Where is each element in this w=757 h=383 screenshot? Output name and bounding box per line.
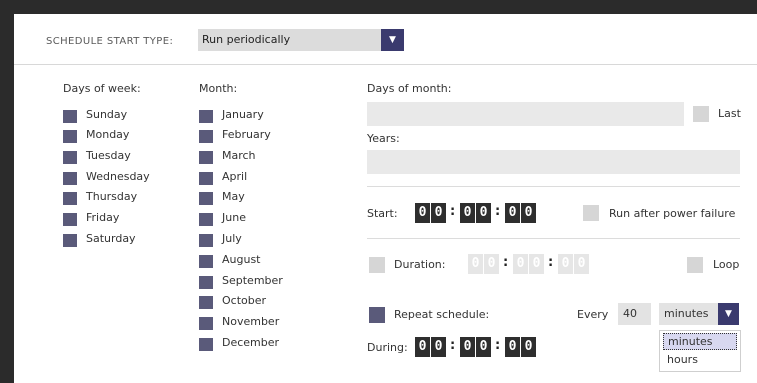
checkbox-box[interactable] [199, 317, 213, 330]
checkbox-box[interactable] [199, 130, 213, 143]
years-input[interactable] [367, 150, 740, 174]
day-label: Sunday [86, 108, 128, 121]
month-label: July [222, 232, 242, 245]
schedule-start-type-select[interactable]: Run periodically ▼ [198, 29, 404, 51]
checkbox-box[interactable] [199, 296, 213, 309]
checkbox-box[interactable] [199, 172, 213, 185]
checkbox-box[interactable] [63, 151, 77, 164]
checkbox-box[interactable] [199, 151, 213, 164]
repeat-unit-dropdown[interactable]: minutes hours [659, 330, 741, 372]
day-label: Saturday [86, 232, 136, 245]
month-label: January [222, 108, 264, 121]
last-day-checkbox[interactable] [693, 106, 709, 122]
during-second-digit-2[interactable]: 0 [521, 337, 536, 357]
duration-hour-digit-1[interactable]: 0 [468, 254, 483, 274]
time-separator: : [495, 338, 501, 353]
start-minute-digit-1[interactable]: 0 [460, 203, 475, 223]
checkbox-box[interactable] [63, 110, 77, 123]
years-heading: Years: [367, 132, 400, 145]
day-label: Wednesday [86, 170, 150, 183]
days-of-month-input[interactable] [367, 102, 684, 126]
unit-option-hours[interactable]: hours [667, 352, 698, 367]
repeat-unit-value: minutes [664, 307, 709, 320]
checkbox-box[interactable] [199, 192, 213, 205]
duration-checkbox[interactable] [369, 257, 385, 273]
during-label: During: [367, 341, 408, 354]
repeat-schedule-checkbox[interactable] [369, 307, 385, 323]
day-label: Monday [86, 128, 130, 141]
month-label: February [222, 128, 271, 141]
during-hour-digit-1[interactable]: 0 [415, 337, 430, 357]
checkbox-box[interactable] [199, 234, 213, 247]
day-label: Friday [86, 211, 120, 224]
duration-minute-digit-2[interactable]: 0 [529, 254, 544, 274]
time-separator: : [450, 204, 456, 219]
checkbox-box[interactable] [199, 276, 213, 289]
days-of-month-heading: Days of month: [367, 82, 452, 95]
month-label: November [222, 315, 280, 328]
run-after-power-failure-label: Run after power failure [609, 207, 736, 220]
start-second-digit-1[interactable]: 0 [505, 203, 520, 223]
divider [367, 186, 740, 187]
schedule-start-type-label: SCHEDULE START TYPE: [46, 36, 174, 47]
month-label: June [222, 211, 246, 224]
loop-checkbox[interactable] [687, 257, 703, 273]
month-label: October [222, 294, 267, 307]
every-label: Every [577, 308, 609, 321]
during-hour-digit-2[interactable]: 0 [431, 337, 446, 357]
duration-hour-digit-2[interactable]: 0 [484, 254, 499, 274]
start-label: Start: [367, 207, 398, 220]
month-label: September [222, 274, 283, 287]
every-interval-input[interactable]: 40 [618, 303, 651, 325]
schedule-start-type-value: Run periodically [202, 33, 291, 46]
run-after-power-failure-checkbox[interactable] [583, 205, 599, 221]
duration-label: Duration: [394, 258, 446, 271]
repeat-schedule-label: Repeat schedule: [394, 308, 490, 321]
checkbox-box[interactable] [63, 213, 77, 226]
during-minute-digit-1[interactable]: 0 [460, 337, 475, 357]
month-label: May [222, 190, 245, 203]
month-label: December [222, 336, 280, 349]
month-label: April [222, 170, 248, 183]
days-of-week-heading: Days of week: [63, 82, 141, 95]
duration-second-digit-1[interactable]: 0 [558, 254, 573, 274]
day-label: Thursday [86, 190, 138, 203]
duration-minute-digit-1[interactable]: 0 [513, 254, 528, 274]
during-second-digit-1[interactable]: 0 [505, 337, 520, 357]
start-minute-digit-2[interactable]: 0 [476, 203, 491, 223]
divider [367, 238, 740, 239]
start-hour-digit-2[interactable]: 0 [431, 203, 446, 223]
unit-option-minutes[interactable]: minutes [663, 333, 737, 350]
checkbox-box[interactable] [199, 338, 213, 351]
time-separator: : [548, 255, 554, 270]
schedule-type-bar: SCHEDULE START TYPE: Run periodically ▼ [14, 14, 757, 65]
day-label: Tuesday [86, 149, 131, 162]
checkbox-box[interactable] [63, 234, 77, 247]
time-separator: : [495, 204, 501, 219]
loop-label: Loop [713, 258, 740, 271]
month-label: August [222, 253, 261, 266]
time-separator: : [450, 338, 456, 353]
checkbox-box[interactable] [63, 130, 77, 143]
start-second-digit-2[interactable]: 0 [521, 203, 536, 223]
during-minute-digit-2[interactable]: 0 [476, 337, 491, 357]
checkbox-box[interactable] [199, 110, 213, 123]
time-separator: : [503, 255, 509, 270]
duration-second-digit-2[interactable]: 0 [574, 254, 589, 274]
checkbox-box[interactable] [63, 192, 77, 205]
last-day-label: Last [718, 107, 741, 120]
month-heading: Month: [199, 82, 238, 95]
repeat-unit-select[interactable]: minutes ▼ [659, 303, 739, 325]
checkbox-box[interactable] [63, 172, 77, 185]
chevron-down-icon[interactable]: ▼ [718, 303, 739, 325]
checkbox-box[interactable] [199, 255, 213, 268]
checkbox-box[interactable] [199, 213, 213, 226]
schedule-panel: SCHEDULE START TYPE: Run periodically ▼ … [14, 14, 757, 383]
chevron-down-icon[interactable]: ▼ [381, 29, 404, 51]
start-hour-digit-1[interactable]: 0 [415, 203, 430, 223]
month-label: March [222, 149, 256, 162]
